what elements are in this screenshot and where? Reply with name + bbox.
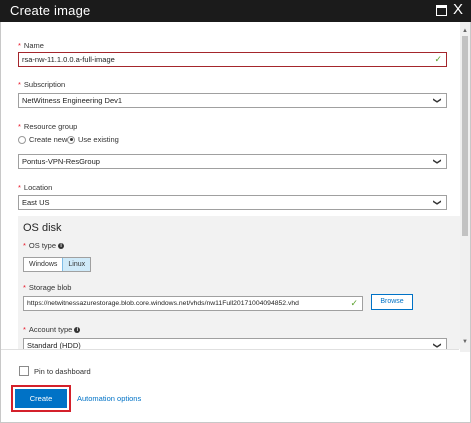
radio-use-existing[interactable]: Use existing bbox=[67, 135, 119, 144]
name-value: rsa-nw-11.1.0.0.a-full-image bbox=[22, 55, 115, 64]
os-disk-section bbox=[18, 216, 460, 349]
chevron-down-icon: ❯ bbox=[433, 342, 443, 349]
footer-divider bbox=[1, 349, 459, 350]
location-value: East US bbox=[22, 198, 50, 207]
checkmark-icon: ✓ bbox=[350, 298, 358, 308]
info-icon[interactable]: i bbox=[58, 243, 65, 249]
pin-checkbox[interactable] bbox=[19, 366, 29, 376]
close-icon[interactable]: X bbox=[453, 1, 463, 19]
subscription-value: NetWitness Engineering Dev1 bbox=[22, 96, 123, 105]
os-type-toggle[interactable]: Windows Linux bbox=[23, 257, 92, 272]
create-image-blade: * Name rsa-nw-11.1.0.0.a-full-image ✓ * Su… bbox=[0, 22, 471, 423]
storage-blob-input[interactable]: https://netwitnessazurestorage.blob.core… bbox=[23, 296, 363, 311]
chevron-down-icon: ❯ bbox=[433, 97, 443, 104]
title-bar: Create image X bbox=[0, 0, 471, 22]
radio-create-new[interactable]: Create new bbox=[18, 135, 67, 144]
os-type-label: * OS type i bbox=[23, 241, 65, 250]
scroll-up-icon[interactable]: ▲ bbox=[462, 28, 468, 34]
scroll-down-icon[interactable]: ▼ bbox=[462, 339, 468, 345]
browse-button[interactable]: Browse bbox=[371, 294, 413, 310]
os-type-linux[interactable]: Linux bbox=[62, 258, 91, 271]
pin-to-dashboard[interactable]: Pin to dashboard bbox=[19, 366, 91, 376]
pin-label: Pin to dashboard bbox=[34, 366, 91, 376]
form-content: * Name rsa-nw-11.1.0.0.a-full-image ✓ * Su… bbox=[1, 22, 460, 349]
os-type-windows[interactable]: Windows bbox=[24, 258, 62, 271]
radio-checked-icon[interactable] bbox=[67, 135, 75, 144]
resource-group-label: * Resource group bbox=[18, 122, 78, 131]
automation-options-link[interactable]: Automation options bbox=[77, 394, 141, 403]
location-select[interactable]: East US ❯ bbox=[18, 195, 447, 210]
storage-blob-label: * Storage blob bbox=[23, 283, 72, 292]
radio-icon[interactable] bbox=[18, 135, 26, 144]
create-button[interactable]: Create bbox=[15, 389, 67, 408]
required-mark: * bbox=[18, 41, 21, 50]
info-icon[interactable]: i bbox=[74, 327, 81, 333]
subscription-select[interactable]: NetWitness Engineering Dev1 ❯ bbox=[18, 93, 447, 108]
account-type-select[interactable]: Standard (HDD) ❯ bbox=[23, 338, 447, 349]
storage-blob-value: https://netwitnessazurestorage.blob.core… bbox=[27, 300, 299, 307]
resource-group-select[interactable]: Pontus-VPN-ResGroup ❯ bbox=[18, 154, 447, 169]
chevron-down-icon: ❯ bbox=[433, 199, 443, 206]
name-input[interactable]: rsa-nw-11.1.0.0.a-full-image ✓ bbox=[18, 52, 447, 67]
scrollbar-thumb[interactable] bbox=[462, 36, 468, 236]
resource-group-value: Pontus-VPN-ResGroup bbox=[22, 157, 100, 166]
os-disk-title: OS disk bbox=[23, 222, 62, 234]
location-label: * Location bbox=[18, 183, 53, 192]
checkmark-icon: ✓ bbox=[434, 54, 442, 64]
account-type-label: * Account type i bbox=[23, 325, 81, 334]
name-label: * Name bbox=[18, 41, 44, 50]
subscription-label: * Subscription bbox=[18, 80, 66, 89]
chevron-down-icon: ❯ bbox=[433, 158, 443, 165]
window-title: Create image bbox=[10, 3, 91, 18]
maximize-icon[interactable] bbox=[436, 5, 447, 16]
vertical-scrollbar[interactable]: ▲ ▼ bbox=[460, 22, 470, 352]
account-type-value: Standard (HDD) bbox=[27, 341, 81, 349]
